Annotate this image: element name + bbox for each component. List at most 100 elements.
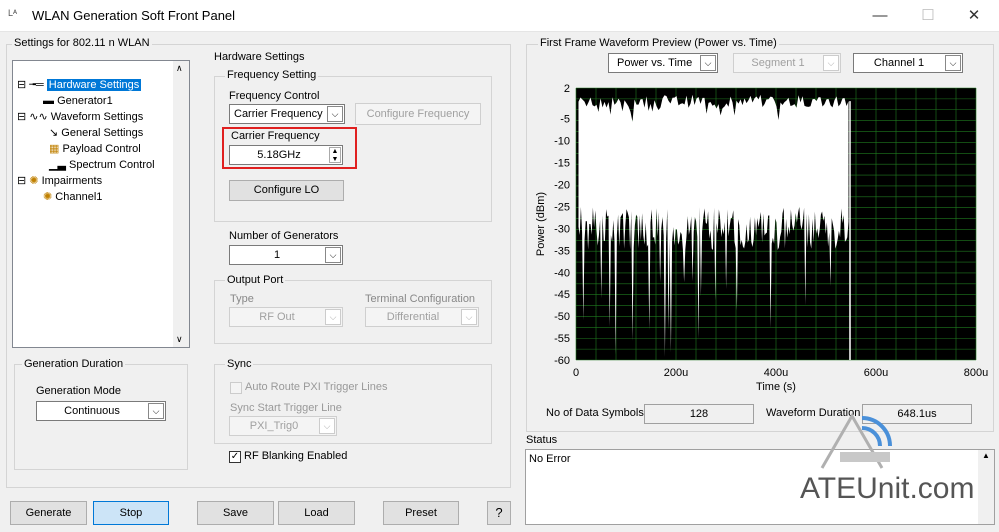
chevron-down-icon[interactable]: ⌵ bbox=[325, 309, 341, 325]
y-tick-label: -40 bbox=[554, 267, 570, 279]
sync-start-value: PXI_Trig0 bbox=[249, 420, 299, 432]
tree-item-spectrum-control[interactable]: Spectrum Control bbox=[69, 159, 155, 171]
tree-item-generator1[interactable]: Generator1 bbox=[57, 95, 113, 107]
stop-button[interactable]: Stop bbox=[93, 501, 169, 525]
spinner-icon[interactable]: ▲ ▼ bbox=[329, 147, 341, 163]
y-tick-label: -50 bbox=[554, 311, 570, 323]
carrier-frequency-value: 5.18GHz bbox=[257, 149, 301, 161]
type-select[interactable]: RF Out ⌵ bbox=[229, 307, 343, 327]
impairments-icon: ✺ bbox=[29, 175, 39, 187]
window-title: WLAN Generation Soft Front Panel bbox=[32, 8, 236, 23]
carrier-frequency-label: Carrier Frequency bbox=[231, 130, 320, 142]
number-of-generators-value: 1 bbox=[273, 249, 281, 261]
tree-item-hardware-settings[interactable]: Hardware Settings bbox=[46, 79, 142, 91]
terminal-config-value: Differential bbox=[386, 311, 440, 323]
chevron-down-icon[interactable]: ⌵ bbox=[319, 418, 335, 434]
output-port-label: Output Port bbox=[225, 274, 286, 286]
configure-frequency-button[interactable]: Configure Frequency bbox=[355, 103, 481, 125]
scroll-up-icon[interactable]: ∧ bbox=[176, 63, 183, 74]
tree-item-payload-control[interactable]: Payload Control bbox=[62, 143, 140, 155]
scroll-down-icon[interactable]: ∨ bbox=[176, 334, 183, 345]
carrier-frequency-input[interactable]: 5.18GHz ▲ ▼ bbox=[229, 145, 343, 165]
frequency-setting-label: Frequency Setting bbox=[225, 69, 319, 81]
y-tick-label: -20 bbox=[554, 180, 570, 192]
sync-start-select[interactable]: PXI_Trig0 ⌵ bbox=[229, 416, 337, 436]
frequency-control-value: Carrier Frequency bbox=[234, 108, 323, 120]
watermark-logo-icon bbox=[820, 412, 892, 469]
expand-icon[interactable]: ⊟ bbox=[17, 111, 26, 123]
preset-button[interactable]: Preset bbox=[383, 501, 459, 525]
y-tick-label: -10 bbox=[554, 136, 570, 148]
number-of-generators-select[interactable]: 1 ⌵ bbox=[229, 245, 343, 265]
tree-item-impairments[interactable]: Impairments bbox=[42, 175, 103, 187]
y-tick-label: -35 bbox=[554, 245, 570, 257]
data-symbols-value: 128 bbox=[644, 404, 754, 424]
scroll-up-icon[interactable]: ▲ bbox=[982, 451, 990, 460]
y-tick-label: 2 bbox=[564, 83, 570, 95]
tree-item-waveform-settings[interactable]: Waveform Settings bbox=[51, 111, 144, 123]
number-of-generators-label: Number of Generators bbox=[229, 230, 339, 242]
chevron-down-icon[interactable]: ⌵ bbox=[461, 309, 477, 325]
minimize-button[interactable]: — bbox=[857, 0, 903, 32]
channel-select[interactable]: Channel 1 ⌵ bbox=[853, 53, 963, 73]
tree-scrollbar[interactable]: ∧ ∨ bbox=[173, 61, 189, 347]
view-value: Power vs. Time bbox=[617, 57, 693, 69]
title-bar: Lᴬ WLAN Generation Soft Front Panel — ☐ … bbox=[0, 0, 999, 32]
terminal-config-select[interactable]: Differential ⌵ bbox=[365, 307, 479, 327]
hardware-settings-label: Hardware Settings bbox=[214, 51, 305, 63]
maximize-button[interactable]: ☐ bbox=[905, 0, 951, 32]
status-text: No Error bbox=[529, 453, 571, 465]
expand-icon[interactable]: ⊟ bbox=[17, 175, 26, 187]
tree-item-general-settings[interactable]: General Settings bbox=[61, 127, 143, 139]
segment-select[interactable]: Segment 1 ⌵ bbox=[733, 53, 841, 73]
generation-mode-label: Generation Mode bbox=[36, 385, 121, 397]
x-tick-label: 200u bbox=[664, 367, 688, 379]
terminal-config-label: Terminal Configuration bbox=[365, 293, 476, 305]
chevron-down-icon[interactable]: ⌵ bbox=[823, 55, 839, 71]
y-tick-label: -5 bbox=[560, 114, 570, 126]
auto-route-checkbox[interactable] bbox=[230, 382, 242, 394]
chevron-down-icon[interactable]: ⌵ bbox=[945, 55, 961, 71]
status-scrollbar[interactable]: ▲ bbox=[978, 450, 994, 524]
save-button[interactable]: Save bbox=[197, 501, 274, 525]
y-tick-label: -15 bbox=[554, 158, 570, 170]
y-tick-label: -55 bbox=[554, 333, 570, 345]
settings-title: Settings for 802.11 n WLAN bbox=[12, 37, 152, 49]
type-label: Type bbox=[230, 293, 254, 305]
expand-icon[interactable]: ⊟ bbox=[17, 79, 26, 91]
tree-item-channel1[interactable]: Channel1 bbox=[55, 191, 102, 203]
help-icon: ? bbox=[495, 505, 503, 520]
y-tick-label: -45 bbox=[554, 289, 570, 301]
generate-button[interactable]: Generate bbox=[10, 501, 87, 525]
x-tick-label: 400u bbox=[764, 367, 788, 379]
frequency-control-select[interactable]: Carrier Frequency ⌵ bbox=[229, 104, 345, 124]
chevron-down-icon[interactable]: ⌵ bbox=[148, 403, 164, 419]
y-tick-label: -60 bbox=[554, 355, 570, 367]
help-button[interactable]: ? bbox=[487, 501, 511, 525]
y-axis-label: Power (dBm) bbox=[535, 192, 547, 256]
settings-tree[interactable]: ⊟ ╼═ Hardware Settings ▬ Generator1 ⊟ ∿∿… bbox=[12, 60, 190, 348]
close-button[interactable]: ✕ bbox=[951, 0, 997, 32]
generation-mode-select[interactable]: Continuous ⌵ bbox=[36, 401, 166, 421]
power-chart: 2 -5 -10 -15 -20 -25 -30 -35 -40 -45 -50 -55 -600 200… bbox=[535, 83, 988, 393]
rf-blanking-checkbox[interactable]: ✓ bbox=[229, 451, 241, 463]
y-tick-label: -25 bbox=[554, 201, 570, 213]
general-settings-icon: ↘ bbox=[49, 127, 59, 139]
channel-value: Channel 1 bbox=[873, 57, 925, 69]
chevron-down-icon[interactable]: ⌵ bbox=[325, 247, 341, 263]
x-tick-label: 800u bbox=[964, 367, 988, 379]
sync-label: Sync bbox=[225, 358, 254, 370]
load-button[interactable]: Load bbox=[278, 501, 355, 525]
x-tick-label: 0 bbox=[573, 367, 579, 379]
view-select[interactable]: Power vs. Time ⌵ bbox=[608, 53, 718, 73]
waveform-icon: ∿∿ bbox=[29, 111, 48, 123]
configure-lo-button[interactable]: Configure LO bbox=[229, 180, 344, 201]
y-tick-label: -30 bbox=[554, 223, 570, 235]
auto-route-label: Auto Route PXI Trigger Lines bbox=[245, 381, 388, 393]
channel-icon: ✺ bbox=[43, 191, 53, 203]
rf-blanking-label: RF Blanking Enabled bbox=[244, 450, 348, 462]
chevron-down-icon[interactable]: ⌵ bbox=[700, 55, 716, 71]
chevron-down-icon[interactable]: ⌵ bbox=[327, 106, 343, 122]
sync-start-label: Sync Start Trigger Line bbox=[230, 402, 342, 414]
generation-duration-label: Generation Duration bbox=[22, 358, 126, 370]
